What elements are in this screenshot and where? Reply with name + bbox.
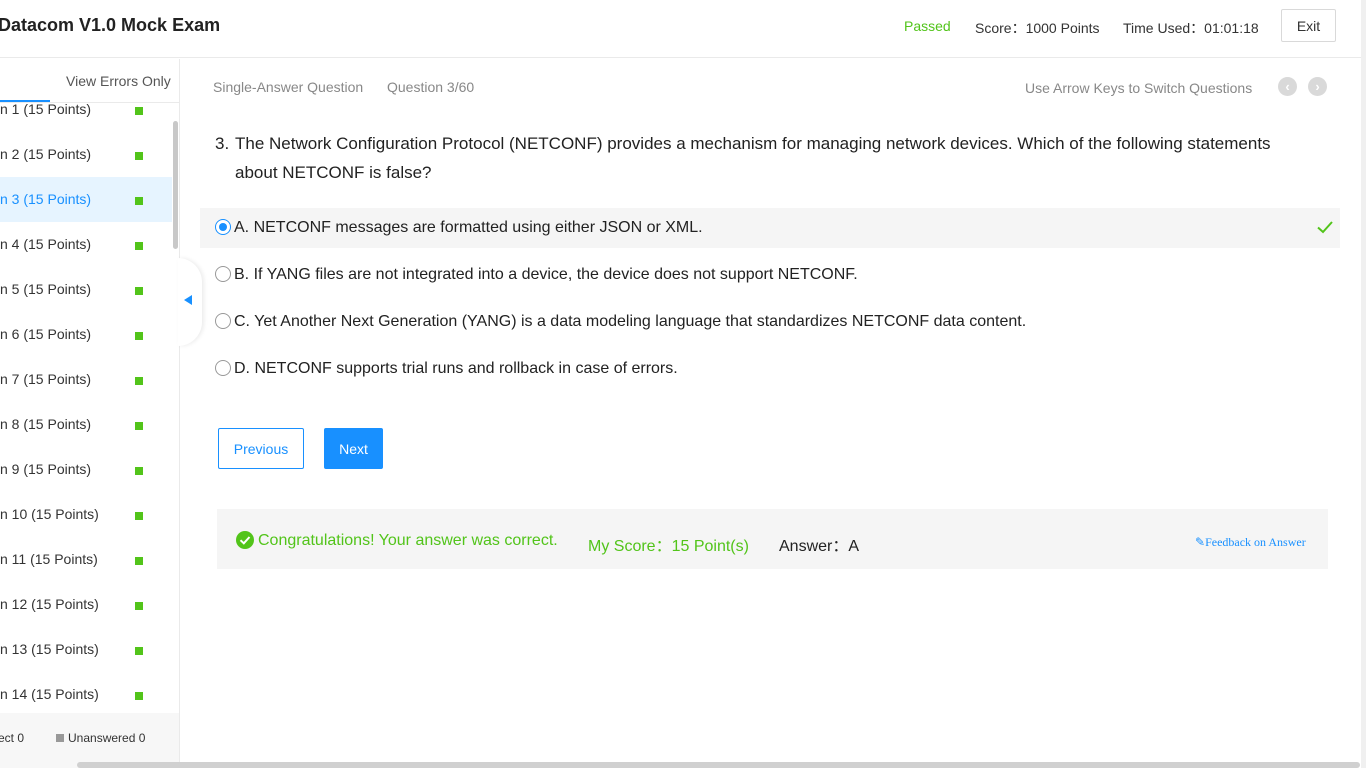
option-text: B. If YANG files are not integrated into… (234, 266, 858, 283)
active-tab-indicator (0, 100, 50, 102)
top-bar: Datacom V1.0 Mock Exam Passed Score：1000… (0, 0, 1366, 58)
question-item-label: n 5 (15 Points) (0, 281, 92, 297)
chevron-left-icon[interactable]: ‹ (1278, 77, 1297, 96)
question-item-label: n 6 (15 Points) (0, 326, 92, 342)
sidebar-legend: ect 0 Unanswered 0 (0, 713, 179, 768)
option-text: A. NETCONF messages are formatted using … (234, 219, 703, 236)
question-list-item[interactable]: n 14 (15 Points) (0, 672, 172, 717)
correct-marker-icon (135, 557, 143, 565)
radio-selected-icon[interactable] (215, 219, 231, 235)
question-text: The Network Configuration Protocol (NETC… (235, 134, 1271, 182)
sidebar-header: View Errors Only (0, 59, 179, 103)
legend-correct-count: ect 0 (0, 731, 25, 745)
legend-unanswered-count: Unanswered 0 (68, 731, 146, 745)
option-d[interactable]: D. NETCONF supports trial runs and rollb… (200, 349, 1340, 389)
question-sidebar: n 1 (15 Points) n 2 (15 Points) n 3 (15 … (0, 59, 180, 768)
question-counter: Question 3/60 (387, 79, 475, 95)
my-score: My Score：15 Point(s) (588, 538, 749, 555)
view-errors-only-tab[interactable]: View Errors Only (66, 73, 171, 89)
question-list-item[interactable]: n 10 (15 Points) (0, 492, 172, 537)
sidebar-collapse-toggle[interactable] (178, 258, 202, 346)
horizontal-scrollbar[interactable] (77, 762, 1360, 768)
correct-marker-icon (135, 512, 143, 520)
question-item-label: n 13 (15 Points) (0, 641, 99, 657)
radio-icon[interactable] (215, 313, 231, 329)
correct-marker-icon (135, 332, 143, 340)
answer-result-panel: Congratulations! Your answer was correct… (217, 509, 1328, 569)
question-list-item[interactable]: n 13 (15 Points) (0, 627, 172, 672)
check-circle-icon (236, 531, 254, 549)
option-a[interactable]: A. NETCONF messages are formatted using … (200, 208, 1340, 248)
correct-answer: Answer：A (779, 538, 860, 555)
question-type: Single-Answer Question (213, 79, 364, 95)
exam-title: Datacom V1.0 Mock Exam (0, 15, 221, 35)
correct-marker-icon (135, 197, 143, 205)
question-item-label: n 2 (15 Points) (0, 146, 92, 162)
option-c[interactable]: C. Yet Another Next Generation (YANG) is… (200, 302, 1340, 342)
question-list-item[interactable]: n 8 (15 Points) (0, 402, 172, 447)
correct-marker-icon (135, 602, 143, 610)
feedback-link[interactable]: ✎Feedback on Answer (1195, 535, 1306, 550)
time-used: Time Used：01:01:18 (1123, 20, 1259, 36)
question-list-item[interactable]: n 9 (15 Points) (0, 447, 172, 492)
question-list-item[interactable]: n 5 (15 Points) (0, 267, 172, 312)
question-list-item[interactable]: n 6 (15 Points) (0, 312, 172, 357)
correct-marker-icon (135, 422, 143, 430)
question-item-label: n 7 (15 Points) (0, 371, 92, 387)
question-item-label: n 14 (15 Points) (0, 686, 99, 702)
correct-marker-icon (135, 467, 143, 475)
question-item-label: n 3 (15 Points) (0, 191, 92, 207)
question-list-item[interactable]: n 12 (15 Points) (0, 582, 172, 627)
option-text: C. Yet Another Next Generation (YANG) is… (234, 313, 1027, 330)
window-edge (1361, 0, 1366, 768)
check-icon (1317, 221, 1333, 234)
arrow-keys-hint: Use Arrow Keys to Switch Questions (1025, 80, 1253, 96)
chevron-right-icon[interactable]: › (1308, 77, 1327, 96)
option-b[interactable]: B. If YANG files are not integrated into… (200, 255, 1340, 295)
question-list-item[interactable]: n 11 (15 Points) (0, 537, 172, 582)
edit-icon: ✎ (1195, 535, 1206, 549)
question-item-label: n 1 (15 Points) (0, 101, 92, 117)
correct-marker-icon (135, 377, 143, 385)
correct-marker-icon (135, 152, 143, 160)
question-list-item[interactable]: n 4 (15 Points) (0, 222, 172, 267)
caret-left-icon (184, 295, 192, 305)
question-item-label: n 11 (15 Points) (0, 551, 98, 567)
total-score: Score：1000 Points (975, 20, 1100, 36)
question-list-item-active[interactable]: n 3 (15 Points) (0, 177, 172, 222)
question-number: 3. (215, 134, 230, 153)
next-button[interactable]: Next (324, 428, 383, 469)
question-item-label: n 4 (15 Points) (0, 236, 92, 252)
feedback-label: Feedback on Answer (1205, 535, 1306, 549)
correct-marker-icon (135, 647, 143, 655)
correct-marker-icon (135, 242, 143, 250)
correct-marker-icon (135, 287, 143, 295)
question-item-label: n 12 (15 Points) (0, 596, 99, 612)
question-item-label: n 10 (15 Points) (0, 506, 99, 522)
correct-marker-icon (135, 692, 143, 700)
correct-marker-icon (135, 107, 143, 115)
status-badge: Passed (904, 18, 951, 34)
question-item-label: n 8 (15 Points) (0, 416, 92, 432)
sidebar-scrollbar[interactable] (173, 121, 178, 249)
question-list-item[interactable]: n 2 (15 Points) (0, 132, 172, 177)
previous-button[interactable]: Previous (218, 428, 304, 469)
radio-icon[interactable] (215, 360, 231, 376)
question-list-item[interactable]: n 7 (15 Points) (0, 357, 172, 402)
option-text: D. NETCONF supports trial runs and rollb… (234, 360, 678, 377)
question-list: n 1 (15 Points) n 2 (15 Points) n 3 (15 … (0, 87, 172, 717)
exit-button[interactable]: Exit (1281, 9, 1336, 42)
question-item-label: n 9 (15 Points) (0, 461, 92, 477)
unanswered-marker-icon (56, 734, 64, 742)
radio-icon[interactable] (215, 266, 231, 282)
result-message: Congratulations! Your answer was correct… (258, 532, 558, 549)
